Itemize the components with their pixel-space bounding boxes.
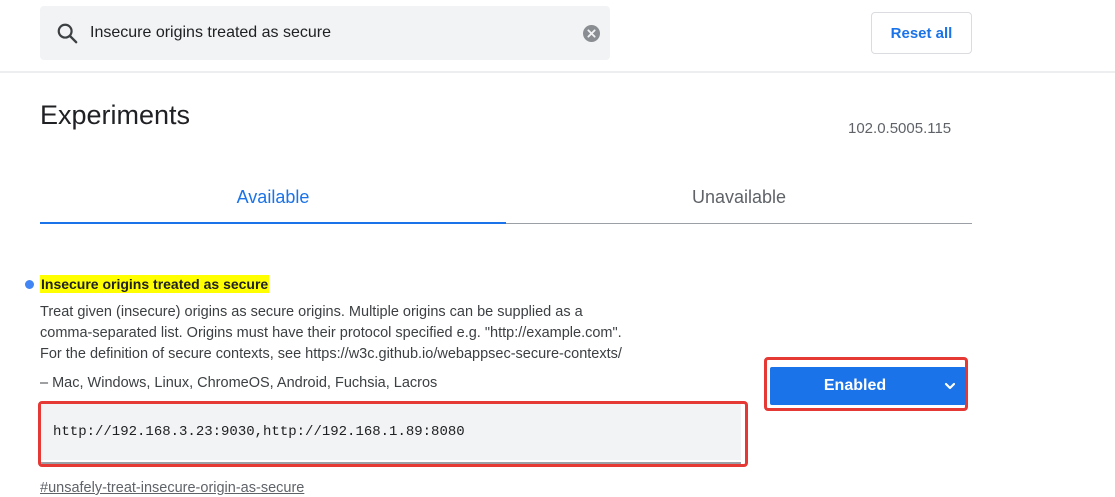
page-title: Experiments	[40, 100, 191, 130]
header-divider	[0, 71, 1115, 73]
chevron-down-icon	[944, 382, 956, 390]
flag-description: Treat given (insecure) origins as secure…	[40, 302, 760, 365]
flag-modified-dot	[25, 280, 34, 289]
flag-state-label: Enabled	[823, 377, 887, 394]
search-box[interactable]	[40, 6, 610, 60]
flag-anchor-link[interactable]: #unsafely-treat-insecure-origin-as-secur…	[40, 480, 304, 496]
clear-search-icon[interactable]	[583, 25, 600, 42]
tab-active-indicator	[40, 222, 506, 224]
tab-bar: Available Unavailable	[40, 170, 972, 226]
flag-description-line: comma-separated list. Origins must have …	[40, 325, 622, 341]
flag-title: Insecure origins treated as secure	[40, 275, 270, 293]
search-input[interactable]	[90, 20, 570, 46]
search-icon	[57, 23, 78, 44]
tab-available[interactable]: Available	[40, 170, 506, 224]
origins-textarea[interactable]	[41, 404, 741, 460]
flag-description-line: For the definition of secure contexts, s…	[40, 346, 622, 362]
reset-all-button[interactable]: Reset all	[871, 12, 972, 54]
flag-description-line: Treat given (insecure) origins as secure…	[40, 304, 583, 320]
version-label: 102.0.5005.115	[848, 120, 952, 137]
flag-platforms: – Mac, Windows, Linux, ChromeOS, Android…	[40, 375, 438, 391]
tab-underline	[506, 223, 972, 224]
flag-state-select[interactable]: Enabled	[770, 367, 966, 405]
origins-textarea-underline	[41, 462, 741, 464]
tab-unavailable[interactable]: Unavailable	[506, 170, 972, 224]
